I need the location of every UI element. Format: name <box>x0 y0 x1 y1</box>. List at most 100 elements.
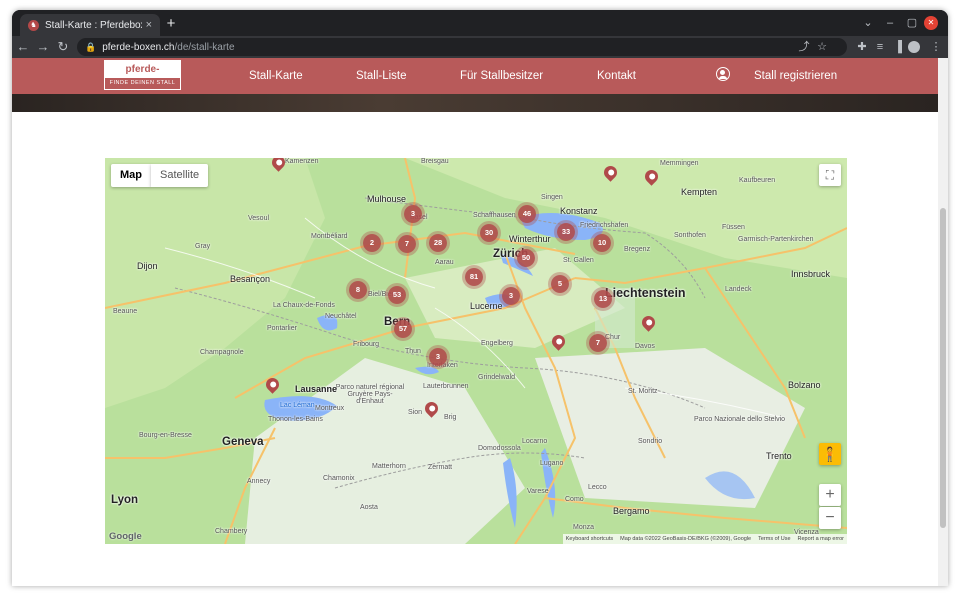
stall-cluster[interactable]: 3 <box>429 348 447 366</box>
stall-cluster[interactable]: 7 <box>589 334 607 352</box>
map-label: Annecy <box>247 478 271 485</box>
menu-icon[interactable]: ⋮ <box>928 39 944 55</box>
new-tab-button[interactable]: + <box>162 15 180 33</box>
map-label: Füssen <box>722 224 745 231</box>
nav-stall-karte[interactable]: Stall-Karte <box>249 58 303 94</box>
map-label: Winterthur <box>509 234 551 244</box>
close-window-button[interactable]: ✕ <box>924 16 938 30</box>
stall-cluster[interactable]: 33 <box>557 223 575 241</box>
map-label-lyon: Lyon <box>111 494 139 506</box>
stall-cluster[interactable]: 81 <box>465 268 483 286</box>
stall-map[interactable]: Map Satellite ⛶ 🧍 + − Kamenzen Breisgau … <box>105 158 847 544</box>
stall-cluster[interactable]: 53 <box>388 286 406 304</box>
user-icon[interactable] <box>716 67 730 81</box>
map-label: Bregenz <box>624 246 651 253</box>
terms-link[interactable]: Terms of Use <box>758 534 790 544</box>
logo-text: pferde-boxen.ch <box>105 61 180 92</box>
zoom-out-button[interactable]: − <box>819 507 841 529</box>
map-label: Sonthofen <box>674 232 706 239</box>
lock-icon: 🔒 <box>85 41 97 52</box>
map-label: Singen <box>541 194 563 201</box>
stall-cluster[interactable]: 46 <box>518 205 536 223</box>
map-label: Lugano <box>540 460 564 467</box>
map-label: Montbéliard <box>311 233 348 240</box>
bookmark-star-icon[interactable]: ☆ <box>814 39 830 55</box>
map-type-map-button[interactable]: Map <box>111 164 151 187</box>
map-label: Como <box>565 496 584 503</box>
stall-cluster[interactable]: 10 <box>593 234 611 252</box>
stall-cluster[interactable]: 57 <box>394 320 412 338</box>
map-label: Garmisch-Partenkirchen <box>738 236 814 243</box>
browser-window: ♞ Stall-Karte : Pferdeboxen × + ⌄ – ▢ ✕ … <box>12 10 948 586</box>
map-label: Lac Léman <box>280 402 315 409</box>
fullscreen-button[interactable]: ⛶ <box>819 164 841 186</box>
maximize-button[interactable]: ▢ <box>902 14 922 32</box>
side-panel-icon[interactable]: ▐ <box>890 39 906 55</box>
logo-tagline: FINDE DEINEN STALL <box>109 80 176 86</box>
map-label: Bergamo <box>613 506 650 516</box>
map-label: Beaune <box>113 308 138 315</box>
stall-cluster[interactable]: 30 <box>480 224 498 242</box>
map-label: Brig <box>444 414 457 421</box>
map-label: Monza <box>573 524 595 531</box>
map-label: Domodossola <box>478 445 521 452</box>
scrollbar-thumb[interactable] <box>940 208 946 528</box>
share-icon[interactable]: ⤴ <box>796 39 812 55</box>
map-label: Innsbruck <box>791 269 831 279</box>
map-label: Montreux <box>315 405 345 412</box>
site-logo[interactable]: pferde-boxen.ch FINDE DEINEN STALL <box>104 60 181 92</box>
nav-kontakt[interactable]: Kontakt <box>597 58 636 94</box>
page-viewport: pferde-boxen.ch FINDE DEINEN STALL Stall… <box>12 58 948 586</box>
map-label: Chamonix <box>323 475 355 482</box>
map-label: Neuchâtel <box>325 313 357 320</box>
extensions-icon[interactable]: ✚ <box>854 39 870 55</box>
stall-cluster[interactable]: 13 <box>594 290 612 308</box>
tab-close-icon[interactable]: × <box>146 19 152 31</box>
map-label: Gray <box>195 243 211 250</box>
map-label: Varese <box>527 488 549 495</box>
stall-cluster[interactable]: 28 <box>429 234 447 252</box>
map-label: Thonon-les-Bains <box>268 416 323 423</box>
map-label: Sondrio <box>638 438 663 445</box>
back-button[interactable]: ← <box>14 38 32 56</box>
stall-cluster[interactable]: 2 <box>363 234 381 252</box>
zoom-in-button[interactable]: + <box>819 484 841 506</box>
favicon-icon: ♞ <box>28 19 39 31</box>
nav-stall-liste[interactable]: Stall-Liste <box>356 58 407 94</box>
stall-cluster[interactable]: 7 <box>398 235 416 253</box>
page-scrollbar[interactable] <box>938 58 948 586</box>
map-label: Breisgau <box>421 158 449 165</box>
map-label: Bourg-en-Bresse <box>139 432 192 439</box>
stall-cluster[interactable]: 5 <box>551 275 569 293</box>
browser-tab[interactable]: ♞ Stall-Karte : Pferdeboxen × <box>20 14 160 36</box>
stall-cluster[interactable]: 8 <box>349 281 367 299</box>
map-label: Fribourg <box>353 341 380 348</box>
nav-fur-stallbesitzer[interactable]: Für Stallbesitzer <box>460 58 543 94</box>
map-label: Parco Nazionale dello Stelvio <box>694 416 786 423</box>
map-label: Pontarlier <box>267 325 297 332</box>
map-label: Lauterbrunnen <box>423 383 469 390</box>
reload-button[interactable]: ↻ <box>54 38 72 56</box>
map-type-satellite-button[interactable]: Satellite <box>151 164 209 187</box>
nav-stall-registrieren[interactable]: Stall registrieren <box>754 58 837 94</box>
stall-cluster[interactable]: 3 <box>502 287 520 305</box>
address-bar[interactable]: 🔒 pferde-boxen.ch/de/stall-karte <box>77 38 847 56</box>
profile-avatar[interactable] <box>908 41 920 53</box>
map-label: Locarno <box>522 438 548 445</box>
media-icon[interactable]: ≡ <box>872 39 888 55</box>
tab-title: Stall-Karte : Pferdeboxen <box>45 19 142 31</box>
map-label: Bolzano <box>788 380 821 390</box>
url-host: pferde-boxen.ch <box>102 41 175 53</box>
keyboard-shortcuts-link[interactable]: Keyboard shortcuts <box>566 534 613 544</box>
map-label-geneva: Geneva <box>222 436 264 448</box>
minimize-button[interactable]: – <box>880 14 900 32</box>
stall-cluster[interactable]: 50 <box>517 249 535 267</box>
tab-search-icon[interactable]: ⌄ <box>858 14 878 32</box>
pegman-icon[interactable]: 🧍 <box>819 443 841 465</box>
map-label: Engelberg <box>481 340 513 347</box>
map-label: Chur <box>605 334 621 341</box>
map-label: Sion <box>408 409 423 416</box>
forward-button[interactable]: → <box>34 38 52 56</box>
report-error-link[interactable]: Report a map error <box>798 534 844 544</box>
stall-cluster[interactable]: 3 <box>404 205 422 223</box>
